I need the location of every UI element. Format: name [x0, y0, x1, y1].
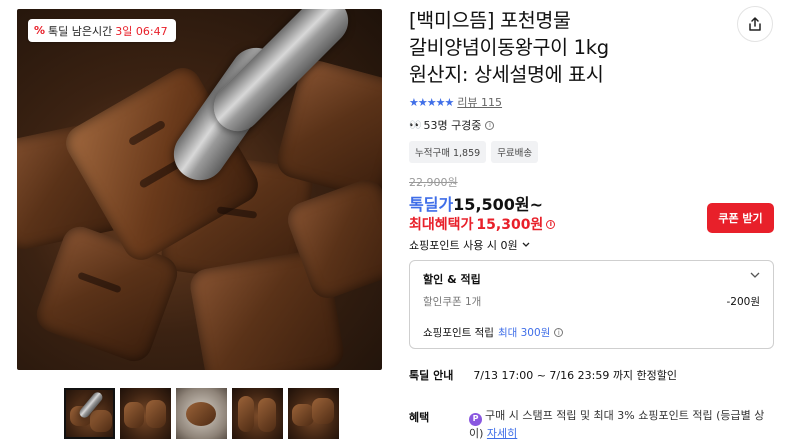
deal-notice: 톡딜 안내 7/13 17:00 ~ 7/16 23:59 까지 한정할인 [409, 367, 677, 383]
point-use-label: 쇼핑포인트 사용 시 0원 [409, 239, 518, 252]
eyes-icon: 👀 [409, 119, 422, 131]
deal-price-label: 톡딜가 [409, 195, 454, 214]
coupon-discount-value: -200원 [726, 296, 761, 308]
rating-stars: ★★★★★ [409, 95, 454, 109]
discount-icon: % [34, 24, 46, 37]
max-benefit-price: 최대혜택가 15,300원 i [409, 214, 556, 234]
product-title-line-2: 갈비양념이동왕구이 1kg [409, 36, 609, 59]
product-title-line-1: [백미으뜸] 포천명물 [409, 9, 571, 32]
product-main-image: % 톡딜 남은시간 3일 06:47 [17, 9, 382, 370]
review-link[interactable]: 리뷰 115 [457, 94, 502, 110]
benefit-description: P 구매 시 스탬프 적립 및 최대 3% 쇼핑포인트 적립 (등급별 상이) 자… [469, 408, 769, 441]
thumbnail-2[interactable] [120, 388, 171, 439]
timer-label: 톡딜 남은시간 [48, 24, 113, 38]
tag-free-shipping: 무료배송 [491, 141, 539, 163]
point-use-dropdown[interactable]: 쇼핑포인트 사용 시 0원 [409, 237, 531, 253]
thumbnail-5[interactable] [288, 388, 339, 439]
original-price: 22,900원 [409, 176, 458, 189]
discount-panel: 할인 & 적립 할인쿠폰 1개 -200원 쇼핑포인트 적립 최대 300원 i [409, 260, 774, 349]
chevron-down-icon[interactable] [749, 269, 761, 281]
deal-notice-label: 톡딜 안내 [409, 369, 454, 382]
product-tags: 누적구매 1,859 무료배송 [409, 141, 539, 163]
coupon-count: 할인쿠폰 1개 [423, 296, 482, 308]
max-benefit-amount: 15,300원 [476, 217, 544, 233]
share-icon [749, 17, 761, 31]
info-icon[interactable]: i [485, 120, 495, 130]
timer-value: 3일 06:47 [115, 24, 168, 38]
coupon-button[interactable]: 쿠폰 받기 [707, 203, 774, 233]
chevron-down-icon [522, 242, 530, 247]
tag-cumulative-purchase: 누적구매 1,859 [409, 141, 487, 163]
thumbnail-strip [64, 388, 339, 439]
thumbnail-1[interactable] [64, 388, 115, 439]
share-button[interactable] [737, 6, 773, 42]
point-accrual-label: 쇼핑포인트 적립 [423, 327, 494, 339]
coupon-row: 할인쿠폰 1개 -200원 [423, 294, 760, 309]
benefit-detail-link[interactable]: 자세히 [487, 427, 517, 440]
thumbnail-3[interactable] [176, 388, 227, 439]
discount-title: 할인 & 적립 [423, 273, 481, 286]
product-title: [백미으뜸] 포천명물 갈비양념이동왕구이 1kg 원산지: 상세설명에 표시 [409, 7, 729, 88]
rating-row: ★★★★★ 리뷰 115 [409, 94, 502, 110]
point-accrual-max: 최대 300원 [497, 327, 551, 339]
pay-point-icon: P [469, 412, 482, 426]
info-icon[interactable]: i [546, 219, 556, 229]
deal-price-amount: 15,500원~ [453, 195, 544, 214]
max-benefit-label: 최대혜택가 [409, 217, 474, 233]
viewers-count: 53명 구경중 [423, 119, 482, 132]
deal-price: 톡딜가 15,500원~ [409, 191, 543, 215]
deal-notice-text: 7/13 17:00 ~ 7/16 23:59 까지 한정할인 [473, 369, 678, 382]
viewers-row: 👀 53명 구경중 i [409, 117, 495, 133]
product-title-line-3: 원산지: 상세설명에 표시 [409, 63, 604, 86]
info-icon[interactable]: i [554, 328, 564, 337]
thumbnail-4[interactable] [232, 388, 283, 439]
point-accrual-row: 쇼핑포인트 적립 최대 300원 i [423, 325, 564, 340]
deal-timer-badge: % 톡딜 남은시간 3일 06:47 [28, 19, 176, 42]
benefit-label: 혜택 [409, 411, 430, 424]
